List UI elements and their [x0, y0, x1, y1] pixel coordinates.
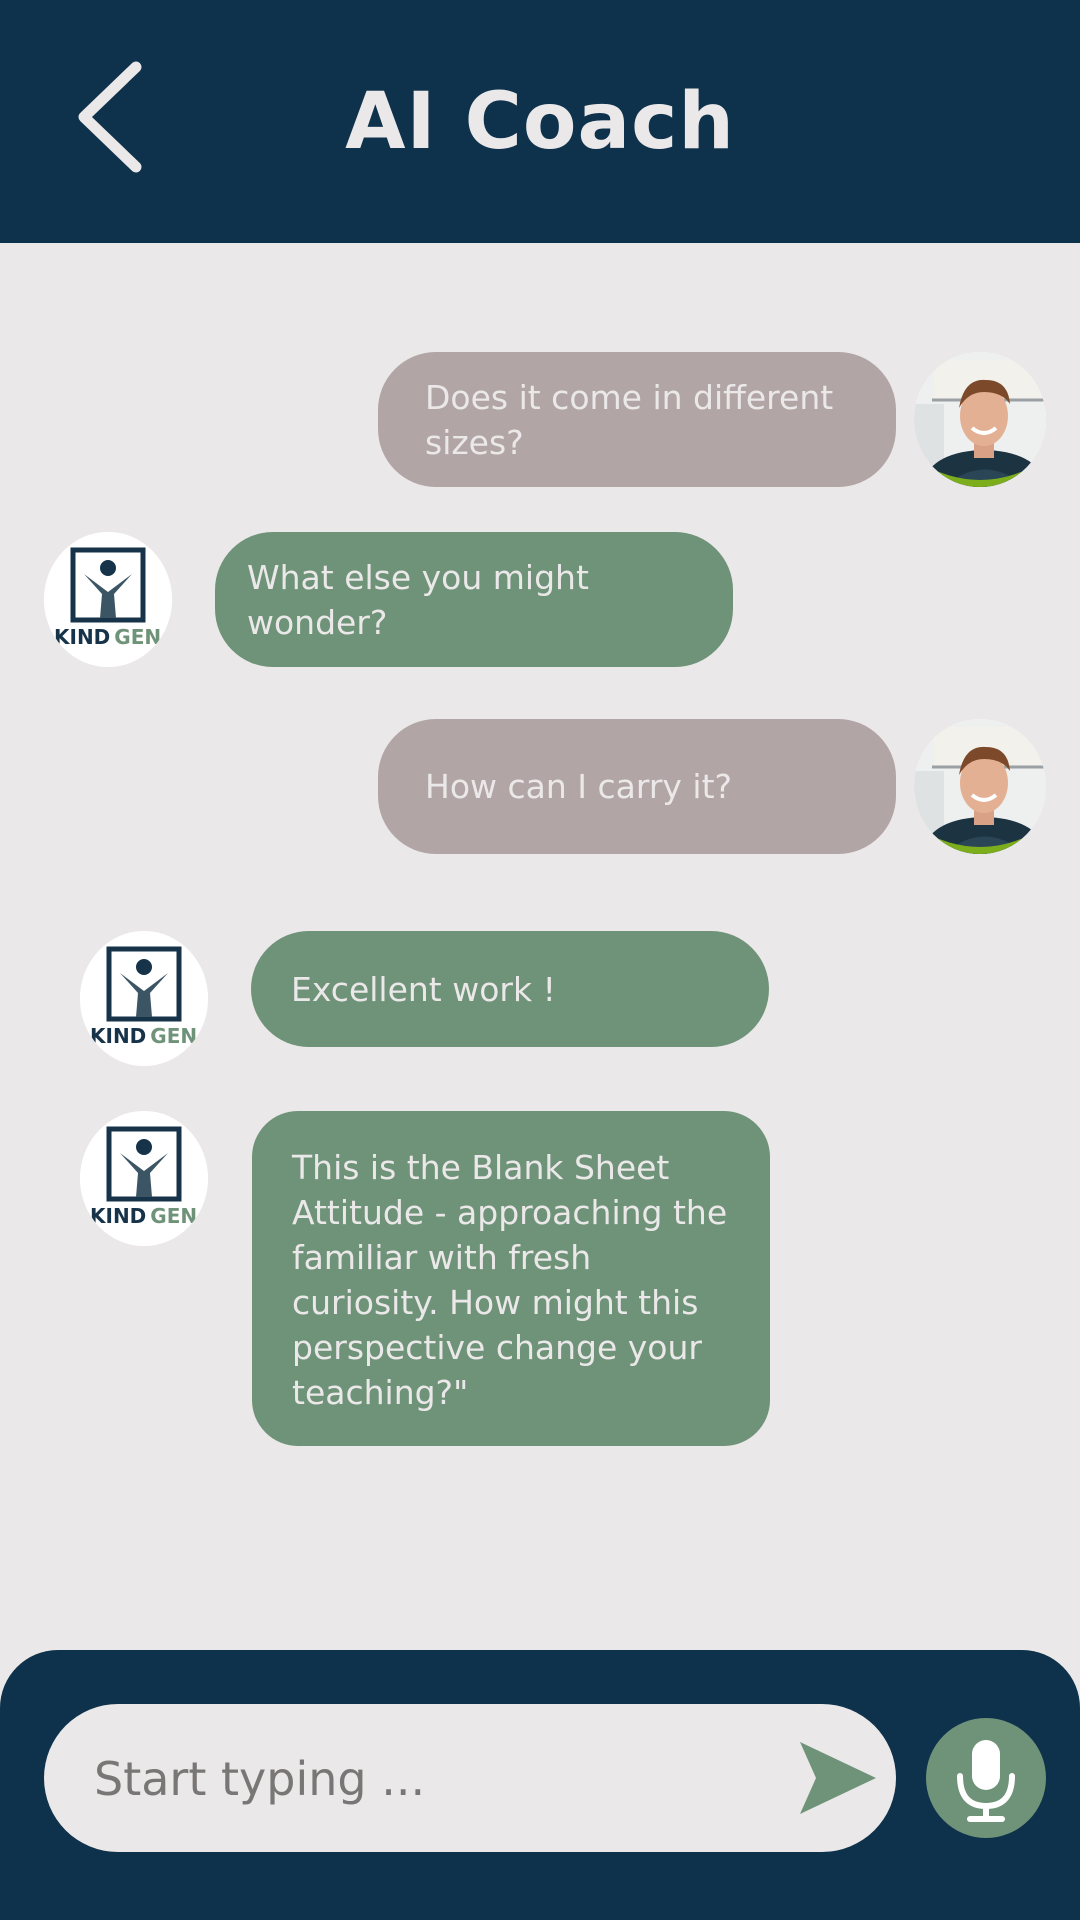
ai-message: What else you might wonder? [215, 532, 733, 667]
logo-text: KIND GEN [54, 625, 161, 649]
message-text: How can I carry it? [425, 767, 733, 806]
user-avatar [914, 352, 1046, 487]
message-text: Excellent work ! [291, 969, 556, 1009]
ai-avatar-logo: KIND GEN [80, 931, 208, 1066]
send-icon [800, 1742, 876, 1814]
logo-text: KIND GEN [90, 1204, 197, 1228]
user-avatar [914, 719, 1046, 854]
message-text: Does it come in different sizes? [425, 377, 834, 462]
ai-avatar-logo: KIND GEN [80, 1111, 208, 1246]
ai-message: Excellent work ! [251, 931, 769, 1047]
user-message: Does it come in different sizes? [378, 352, 896, 487]
page-title: AI Coach [345, 77, 735, 167]
message-text: What else you might wonder? [247, 557, 589, 642]
message-text: This is the Blank Sheet Attitude - appro… [292, 1148, 728, 1412]
message-input[interactable] [92, 1704, 776, 1854]
composer-bar [0, 1650, 1080, 1920]
ai-avatar-logo: KIND GEN [44, 532, 172, 667]
user-message: How can I carry it? [378, 719, 896, 854]
microphone-button[interactable] [926, 1718, 1046, 1838]
app-header: AI Coach [0, 0, 1080, 243]
logo-text: KIND GEN [90, 1024, 197, 1048]
ai-message: This is the Blank Sheet Attitude - appro… [252, 1111, 770, 1446]
send-button[interactable] [796, 1736, 880, 1820]
microphone-icon [957, 1740, 1015, 1822]
message-input-container [44, 1704, 896, 1854]
